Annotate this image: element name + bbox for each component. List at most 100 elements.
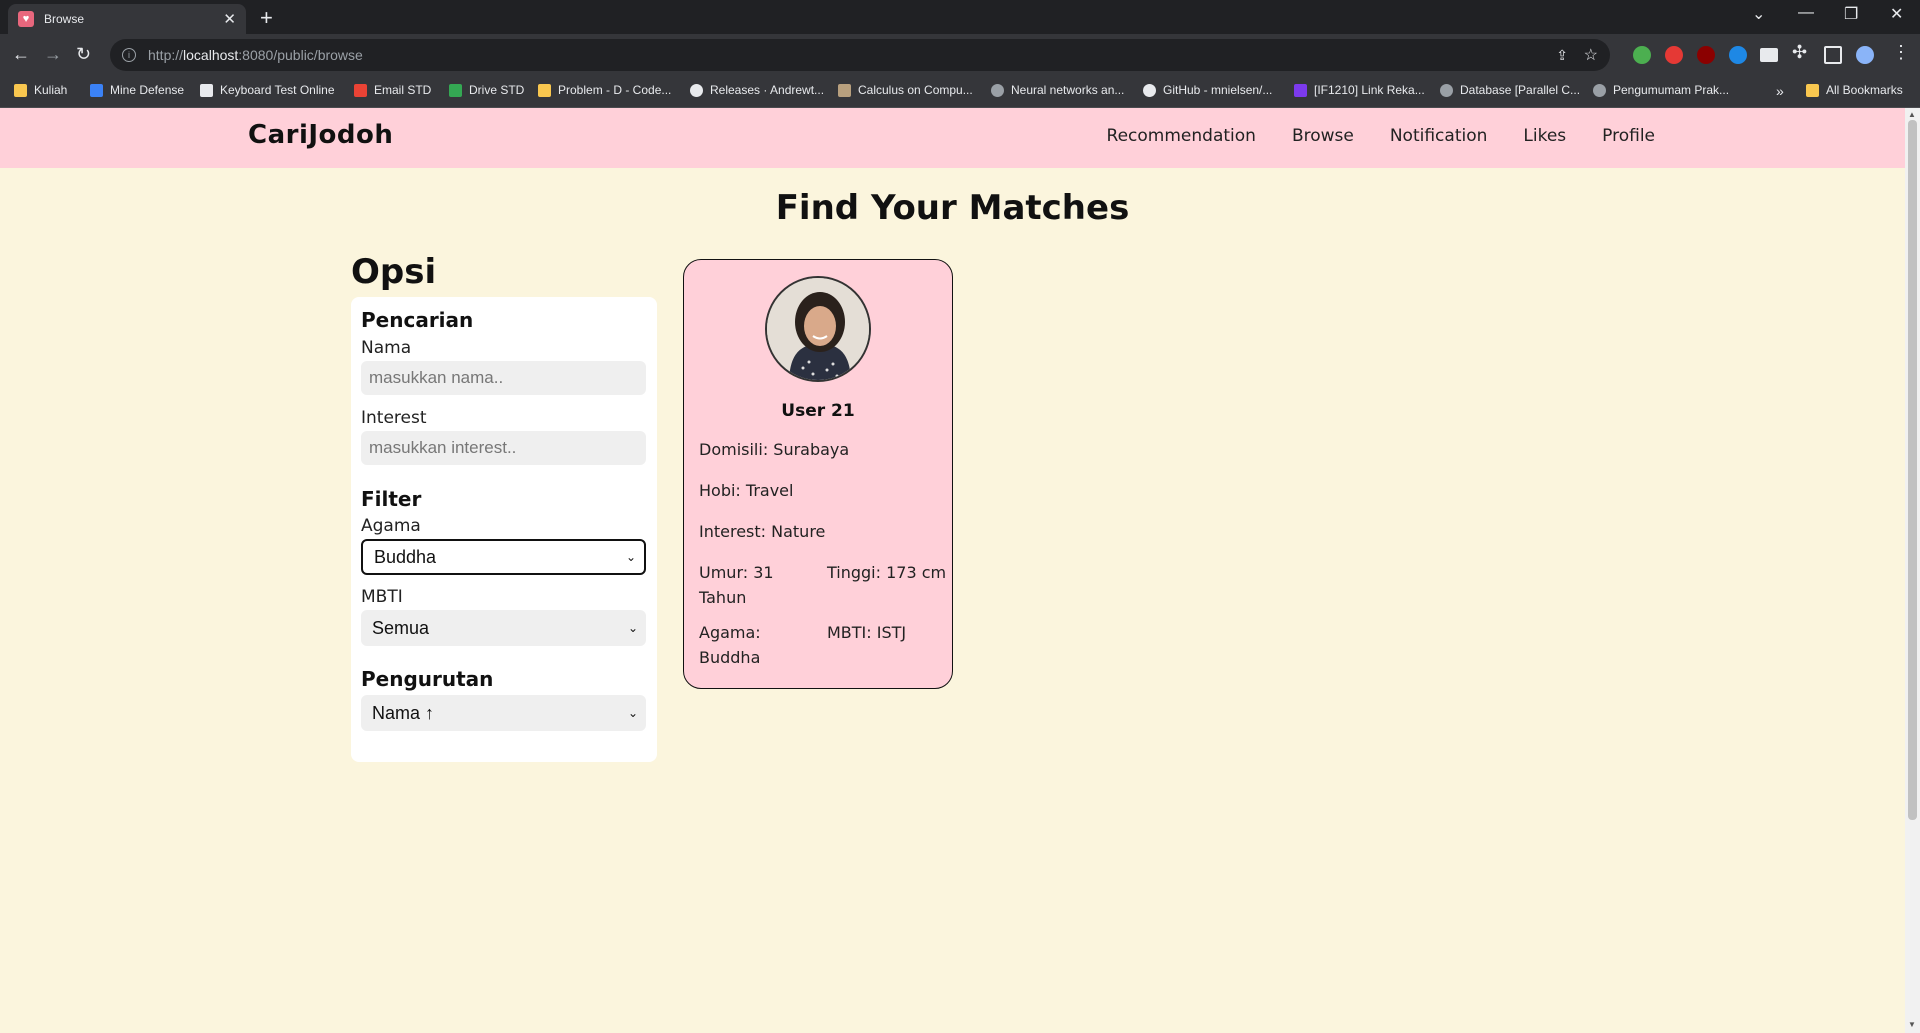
bookmark-item[interactable]: Problem - D - Code...	[538, 83, 671, 97]
profile-agama: Agama: Buddha	[699, 623, 761, 667]
close-tab-icon[interactable]: ✕	[223, 10, 236, 28]
sort-section-title: Pengurutan	[361, 667, 494, 691]
mbti-select[interactable]: Semua ⌄	[361, 610, 646, 646]
bookmark-item[interactable]: Database [Parallel C...	[1440, 83, 1580, 97]
scroll-up-icon[interactable]: ▲	[1908, 110, 1916, 119]
bookmark-item[interactable]: Neural networks an...	[991, 83, 1124, 97]
nav-link-notification[interactable]: Notification	[1390, 126, 1488, 146]
bookmark-item[interactable]: [IF1210] Link Reka...	[1294, 83, 1425, 97]
bookmark-star-icon[interactable]: ☆	[1584, 45, 1598, 65]
profile-card[interactable]: User 21 Domisili: Surabaya Hobi: Travel …	[683, 259, 953, 689]
site-icon	[838, 83, 851, 97]
interest-label: Interest	[361, 408, 427, 428]
religion-label: Agama	[361, 516, 421, 536]
site-icon	[90, 83, 103, 97]
all-bookmarks[interactable]: All Bookmarks	[1806, 83, 1903, 97]
bookmark-item[interactable]: Drive STD	[449, 83, 524, 97]
globe-icon	[991, 83, 1004, 97]
name-label: Nama	[361, 338, 412, 358]
back-icon[interactable]: ←	[12, 44, 30, 65]
search-section-title: Pencarian	[361, 308, 474, 332]
codeforces-icon	[538, 83, 551, 97]
page-scrollbar[interactable]: ▲ ▼	[1905, 108, 1920, 1033]
profile-domisili: Domisili: Surabaya	[699, 440, 850, 459]
site-navbar: CariJodoh Recommendation Browse Notifica…	[0, 108, 1905, 168]
profile-tinggi: Tinggi: 173 cm	[827, 563, 947, 582]
mbti-select-value: Semua	[372, 617, 430, 638]
scrollbar-thumb[interactable]	[1908, 120, 1917, 820]
brand-logo[interactable]: CariJodoh	[248, 120, 393, 150]
more-bookmarks-icon[interactable]: »	[1776, 83, 1784, 99]
nav-link-browse[interactable]: Browse	[1292, 126, 1354, 146]
extension-blue-icon[interactable]	[1729, 46, 1747, 64]
name-search-input[interactable]: masukkan nama..	[361, 361, 646, 395]
reload-icon[interactable]: ↻	[76, 44, 91, 65]
mbti-label: MBTI	[361, 587, 403, 607]
profile-name: User 21	[781, 401, 855, 421]
profile-mbti: MBTI: ISTJ	[827, 623, 907, 642]
github-icon	[690, 83, 703, 97]
nav-links: Recommendation Browse Notification Likes…	[1107, 126, 1655, 146]
bookmark-item[interactable]: Releases · Andrewt...	[690, 83, 824, 97]
ublock-icon[interactable]	[1697, 46, 1715, 64]
gmail-icon	[354, 83, 367, 97]
bookmark-item[interactable]: Email STD	[354, 83, 431, 97]
religion-select[interactable]: Buddha ⌄	[361, 539, 646, 575]
religion-select-value: Buddha	[374, 546, 437, 567]
browser-toolbar: ← → ↻ i http://localhost:8080/public/bro…	[0, 34, 1920, 76]
globe-icon	[1593, 83, 1606, 97]
side-panel-icon[interactable]	[1824, 46, 1842, 64]
site-info-icon[interactable]: i	[122, 48, 136, 62]
browser-tab[interactable]: ♥ Browse ✕	[8, 4, 246, 34]
list-icon	[1294, 83, 1307, 97]
sort-select-value: Nama ↑	[372, 702, 435, 723]
folder-icon	[14, 83, 27, 97]
extension-red-icon[interactable]	[1665, 46, 1683, 64]
filter-section-title: Filter	[361, 487, 422, 511]
extension-green-icon[interactable]	[1633, 46, 1651, 64]
chevron-down-icon: ⌄	[627, 706, 638, 720]
tab-title: Browse	[44, 12, 85, 26]
bookmark-item[interactable]: Keyboard Test Online	[200, 83, 335, 97]
minimize-icon[interactable]: —	[1798, 4, 1814, 22]
bookmark-item[interactable]: Kuliah	[14, 83, 67, 97]
heart-favicon-icon: ♥	[18, 11, 34, 27]
share-icon[interactable]: ⇪	[1556, 47, 1568, 64]
profile-avatar-icon[interactable]	[1856, 46, 1874, 64]
new-tab-icon[interactable]: +	[260, 5, 273, 31]
chevron-down-icon: ⌄	[625, 550, 636, 564]
tab-search-chevron-icon[interactable]: ⌄	[1752, 4, 1765, 24]
url-text: http://localhost:8080/public/browse	[148, 47, 363, 63]
page-title: Find Your Matches	[775, 188, 1130, 228]
options-title: Opsi	[351, 252, 437, 292]
nav-link-likes[interactable]: Likes	[1523, 126, 1566, 146]
options-panel: Pencarian Nama masukkan nama.. Interest …	[351, 297, 657, 762]
drive-icon	[449, 83, 462, 97]
browser-tab-bar: ♥ Browse ✕ + ⌄ — ❐ ✕	[0, 0, 1920, 34]
bookmark-item[interactable]: GitHub - mnielsen/...	[1143, 83, 1272, 97]
folder-icon	[1806, 83, 1819, 97]
address-bar[interactable]: i http://localhost:8080/public/browse ⇪ …	[110, 39, 1610, 71]
bookmark-item[interactable]: Mine Defense	[90, 83, 184, 97]
profile-hobi: Hobi: Travel	[699, 481, 794, 500]
nav-link-profile[interactable]: Profile	[1602, 126, 1655, 146]
forward-icon[interactable]: →	[44, 44, 62, 65]
bookmarks-bar: Kuliah Mine Defense Keyboard Test Online…	[0, 76, 1920, 108]
menu-kebab-icon[interactable]: ⋮	[1892, 42, 1910, 63]
profile-umur: Umur: 31 Tahun	[699, 563, 774, 607]
scroll-down-icon[interactable]: ▼	[1908, 1020, 1916, 1029]
nav-link-recommendation[interactable]: Recommendation	[1107, 126, 1256, 146]
sort-select[interactable]: Nama ↑ ⌄	[361, 695, 646, 731]
restore-icon[interactable]: ❐	[1844, 4, 1858, 24]
bookmark-item[interactable]: Calculus on Compu...	[838, 83, 973, 97]
extensions-puzzle-icon[interactable]: ✣	[1792, 42, 1807, 63]
profile-avatar	[765, 276, 871, 382]
close-window-icon[interactable]: ✕	[1890, 4, 1903, 24]
github-icon	[1143, 83, 1156, 97]
chevron-down-icon: ⌄	[627, 621, 638, 635]
bookmark-item[interactable]: Pengumumam Prak...	[1593, 83, 1729, 97]
profile-interest: Interest: Nature	[699, 522, 826, 541]
globe-icon	[1440, 83, 1453, 97]
folder-icon[interactable]	[1760, 48, 1778, 62]
interest-search-input[interactable]: masukkan interest..	[361, 431, 646, 465]
